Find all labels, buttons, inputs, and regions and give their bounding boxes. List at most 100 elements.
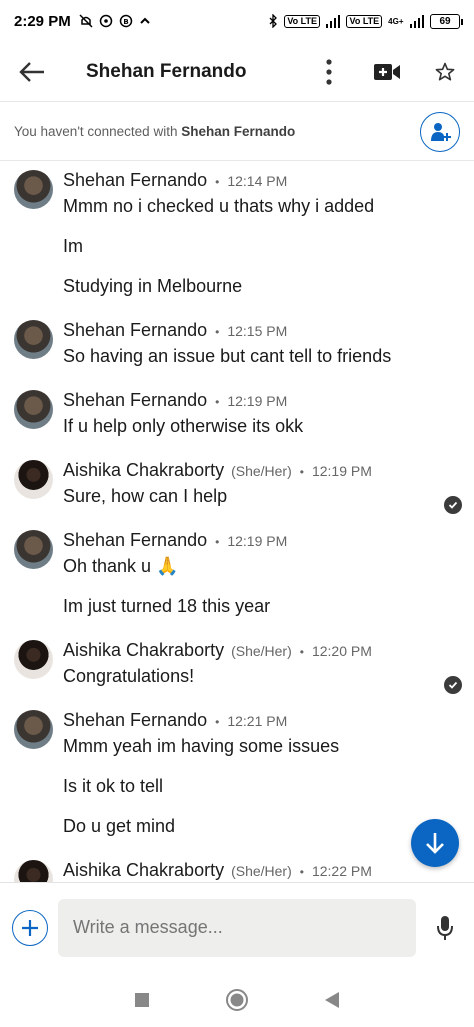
sender-name[interactable]: Aishika Chakraborty: [63, 460, 224, 481]
plus-icon: [22, 919, 38, 936]
message-time: 12:19 PM: [227, 533, 288, 549]
avatar[interactable]: [14, 530, 53, 569]
message-time: 12:22 PM: [311, 863, 372, 879]
message-group[interactable]: Shehan Fernando • 12:21 PM Mmm yeah im havi…: [0, 702, 474, 838]
network-gen: 4G+: [388, 16, 404, 26]
message-text: Im just turned 18 this year: [63, 596, 271, 616]
separator-dot: •: [215, 325, 220, 339]
sender-pronoun: (She/Her): [231, 863, 292, 879]
message-text: Im: [63, 236, 83, 256]
whatsapp-icon: [99, 14, 112, 28]
message-group[interactable]: Aishika Chakraborty(She/Her)•12:22 PMPle…: [0, 852, 474, 882]
recents-button[interactable]: [124, 982, 160, 1018]
separator-dot: •: [215, 395, 220, 409]
sender-name[interactable]: Shehan Fernando: [63, 170, 207, 191]
back-button[interactable]: [0, 42, 64, 102]
message-list[interactable]: Shehan Fernando • 12:14 PM Mmm no i checked…: [0, 162, 474, 882]
separator-dot: •: [215, 715, 220, 729]
message-time: 12:15 PM: [227, 323, 288, 339]
message-time: 12:20 PM: [311, 643, 372, 659]
arrow-down-icon: [426, 833, 444, 854]
message-meta: Aishika Chakraborty (She/Her) • 12:19 PM: [63, 452, 434, 481]
header-actions: [300, 42, 474, 102]
message-group[interactable]: Aishika Chakraborty (She/Her) • 12:20 PM Con…: [0, 632, 474, 694]
home-button[interactable]: [219, 982, 255, 1018]
status-left-icons: B: [79, 14, 151, 28]
avatar[interactable]: [14, 460, 53, 499]
message-group[interactable]: Shehan Fernando • 12:19 PM Oh thank u 🙏 Im j…: [0, 522, 474, 618]
status-right-icons: Vo LTE Vo LTE 4G+ 69: [268, 13, 463, 29]
compose-bar: [0, 882, 474, 972]
message-text: So having an issue but cant tell to frie…: [63, 346, 392, 366]
status-time: 2:29 PM: [14, 12, 71, 30]
message-group[interactable]: Aishika Chakraborty (She/Her) • 12:19 PM Sur…: [0, 452, 474, 514]
add-person-icon: [431, 122, 451, 141]
page-title[interactable]: Shehan Fernando: [86, 61, 246, 83]
video-call-icon: [374, 63, 400, 80]
sender-pronoun: (She/Her): [231, 643, 292, 659]
avatar[interactable]: [14, 640, 53, 679]
message-meta: Shehan Fernando • 12:19 PM: [63, 382, 434, 411]
avatar[interactable]: [14, 710, 53, 749]
message-meta: Aishika Chakraborty (She/Her) • 12:20 PM: [63, 632, 434, 661]
scroll-to-bottom-button[interactable]: [411, 819, 459, 867]
message-text: If u help only otherwise its okk: [63, 416, 304, 436]
avatar[interactable]: [14, 170, 53, 209]
message-text: Congratulations!: [63, 666, 195, 686]
circle-home-icon: [225, 988, 248, 1011]
message-meta: Shehan Fernando • 12:19 PM: [63, 522, 434, 551]
add-attachment-button[interactable]: [12, 909, 48, 946]
connection-notice-name: Shehan Fernando: [181, 124, 296, 139]
video-call-button[interactable]: [358, 42, 416, 102]
connect-button[interactable]: [420, 111, 460, 152]
message-time: 12:21 PM: [227, 713, 288, 729]
sender-name[interactable]: Aishika Chakraborty: [63, 640, 224, 661]
connection-notice: You haven't connected with Shehan Fernan…: [14, 124, 295, 139]
sender-name[interactable]: Shehan Fernando: [63, 320, 207, 341]
read-receipt-icon: [444, 496, 462, 514]
chevron-up-icon: [139, 17, 150, 24]
message-text: Oh thank u 🙏: [63, 556, 179, 576]
separator-dot: •: [299, 645, 304, 659]
system-nav-bar: [0, 972, 474, 1027]
message-text: Is it ok to tell: [63, 776, 164, 796]
more-options-button[interactable]: [300, 42, 358, 102]
message-input[interactable]: [58, 898, 416, 957]
separator-dot: •: [299, 465, 304, 479]
avatar[interactable]: [14, 860, 53, 882]
volte-badge-1: Vo LTE: [284, 14, 320, 28]
separator-dot: •: [299, 865, 304, 879]
sender-name[interactable]: Shehan Fernando: [63, 390, 207, 411]
connection-banner: You haven't connected with Shehan Fernan…: [0, 103, 474, 161]
arrow-left-icon: [19, 61, 44, 82]
connection-notice-prefix: You haven't connected with: [14, 124, 182, 139]
more-vertical-icon: [326, 58, 332, 85]
back-nav-button[interactable]: [314, 982, 350, 1018]
message-group[interactable]: Shehan Fernando • 12:19 PM If u help only o…: [0, 382, 474, 438]
separator-dot: •: [215, 175, 220, 189]
message-text: Sure, how can I help: [63, 486, 228, 506]
voice-message-button[interactable]: [430, 908, 460, 948]
message-time: 12:19 PM: [311, 463, 372, 479]
sender-pronoun: (She/Her): [231, 463, 292, 479]
message-text: Studying in Melbourne: [63, 276, 243, 296]
microphone-icon: [437, 915, 453, 940]
avatar[interactable]: [14, 320, 53, 359]
sender-name[interactable]: Shehan Fernando: [63, 710, 207, 731]
volte-badge-2: Vo LTE: [346, 14, 383, 28]
battery-icon: 69: [430, 13, 463, 29]
star-button[interactable]: [416, 42, 474, 102]
message-group[interactable]: Shehan Fernando • 12:14 PM Mmm no i checked…: [0, 162, 474, 298]
avatar[interactable]: [14, 390, 53, 429]
message-text: Mmm no i checked u thats why i added: [63, 196, 375, 216]
message-meta: Aishika Chakraborty (She/Her) • 12:22 PM: [63, 852, 434, 881]
sender-name[interactable]: Aishika Chakraborty: [63, 860, 224, 881]
sender-name[interactable]: Shehan Fernando: [63, 530, 207, 551]
bluetooth-icon: [269, 14, 278, 28]
message-time: 12:19 PM: [227, 393, 288, 409]
status-bar: 2:29 PM B Vo LTE Vo LTE 4G+ 69: [0, 0, 474, 42]
conversation-header: Shehan Fernando: [0, 42, 474, 102]
mute-icon: [79, 14, 93, 28]
square-icon: [135, 992, 150, 1007]
message-group[interactable]: Shehan Fernando • 12:15 PM So having an iss…: [0, 312, 474, 368]
